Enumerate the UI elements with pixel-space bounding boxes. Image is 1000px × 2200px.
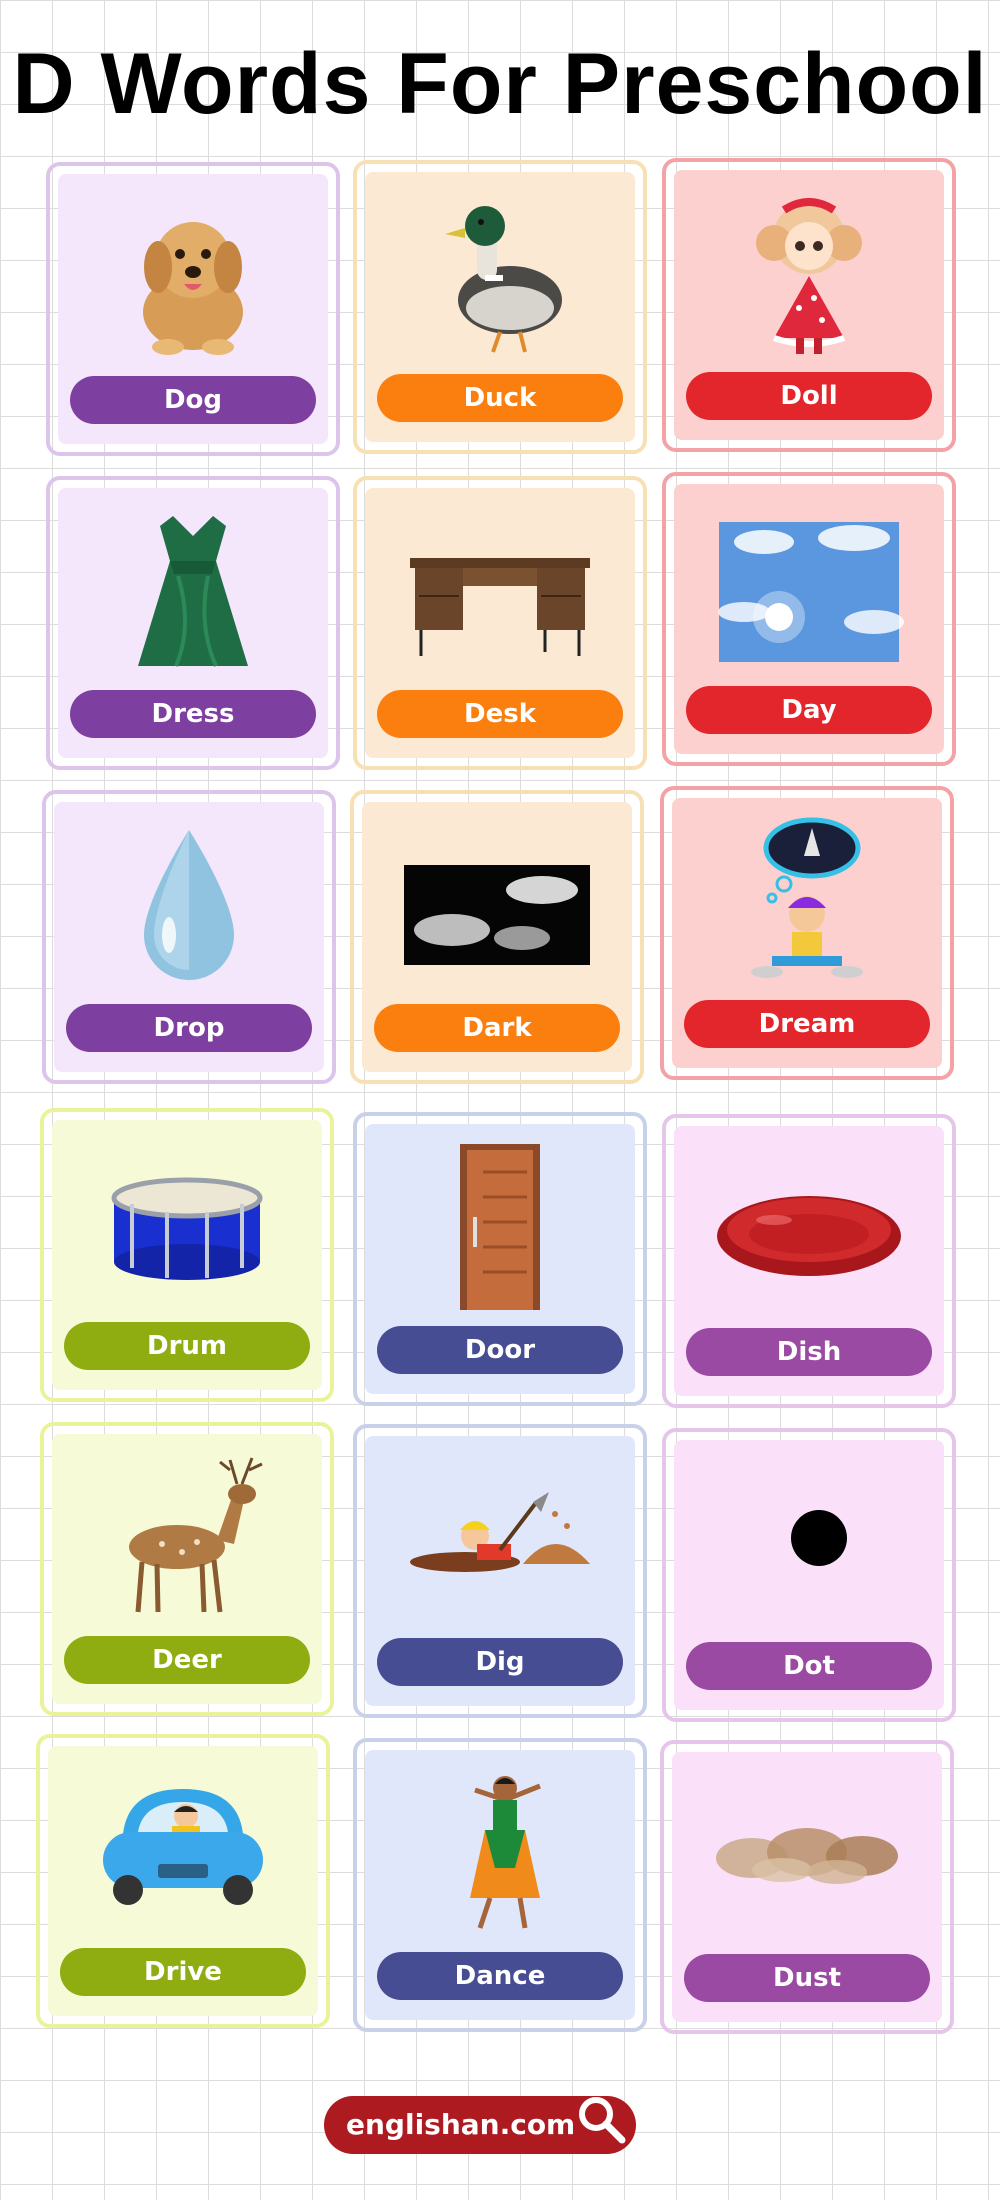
- card-dream: Dream: [660, 786, 954, 1080]
- word-label: Dish: [686, 1328, 932, 1376]
- dog-icon: [98, 192, 288, 362]
- card-dust: Dust: [660, 1740, 954, 2034]
- word-label: Dog: [70, 376, 316, 424]
- card-drive: Drive: [36, 1734, 330, 2028]
- day-sky-icon: [714, 502, 904, 672]
- dot-icon: [714, 1458, 904, 1628]
- dark-clouds-icon: [402, 820, 592, 990]
- card-day: Day: [662, 472, 956, 766]
- card-dance: Dance: [353, 1738, 647, 2032]
- word-label: Deer: [64, 1636, 310, 1684]
- car-icon: [88, 1764, 278, 1934]
- card-dish: Dish: [662, 1114, 956, 1408]
- card-dog: Dog: [46, 162, 340, 456]
- drum-icon: [92, 1138, 282, 1308]
- word-label: Drop: [66, 1004, 312, 1052]
- water-drop-icon: [94, 820, 284, 990]
- desk-icon: [405, 506, 595, 676]
- card-dot: Dot: [662, 1428, 956, 1722]
- duck-icon: [405, 190, 595, 360]
- word-label: Dot: [686, 1642, 932, 1690]
- card-drum: Drum: [40, 1108, 334, 1402]
- word-label: Dream: [684, 1000, 930, 1048]
- website-badge[interactable]: englishan.com: [324, 2096, 636, 2154]
- word-label: Drive: [60, 1948, 306, 1996]
- card-door: Door: [353, 1112, 647, 1406]
- card-doll: Doll: [662, 158, 956, 452]
- word-label: Dress: [70, 690, 316, 738]
- word-label: Door: [377, 1326, 623, 1374]
- word-label: Drum: [64, 1322, 310, 1370]
- card-desk: Desk: [353, 476, 647, 770]
- word-label: Doll: [686, 372, 932, 420]
- word-label: Day: [686, 686, 932, 734]
- word-label: Dig: [377, 1638, 623, 1686]
- card-dress: Dress: [46, 476, 340, 770]
- dish-icon: [714, 1144, 904, 1314]
- doll-icon: [714, 188, 904, 358]
- card-drop: Drop: [42, 790, 336, 1084]
- dig-icon: [405, 1454, 595, 1624]
- word-label: Dust: [684, 1954, 930, 2002]
- door-icon: [405, 1142, 595, 1312]
- word-label: Dark: [374, 1004, 620, 1052]
- dust-icon: [712, 1770, 902, 1940]
- card-dark: Dark: [350, 790, 644, 1084]
- card-duck: Duck: [353, 160, 647, 454]
- card-deer: Deer: [40, 1422, 334, 1716]
- dream-icon: [712, 816, 902, 986]
- deer-icon: [92, 1452, 282, 1622]
- page-title: D Words For Preschool: [12, 36, 988, 132]
- dress-icon: [98, 506, 288, 676]
- card-dig: Dig: [353, 1424, 647, 1718]
- search-icon: [579, 2097, 626, 2144]
- word-label: Dance: [377, 1952, 623, 2000]
- word-label: Duck: [377, 374, 623, 422]
- word-label: Desk: [377, 690, 623, 738]
- dancer-icon: [405, 1768, 595, 1938]
- website-label: englishan.com: [346, 2108, 576, 2141]
